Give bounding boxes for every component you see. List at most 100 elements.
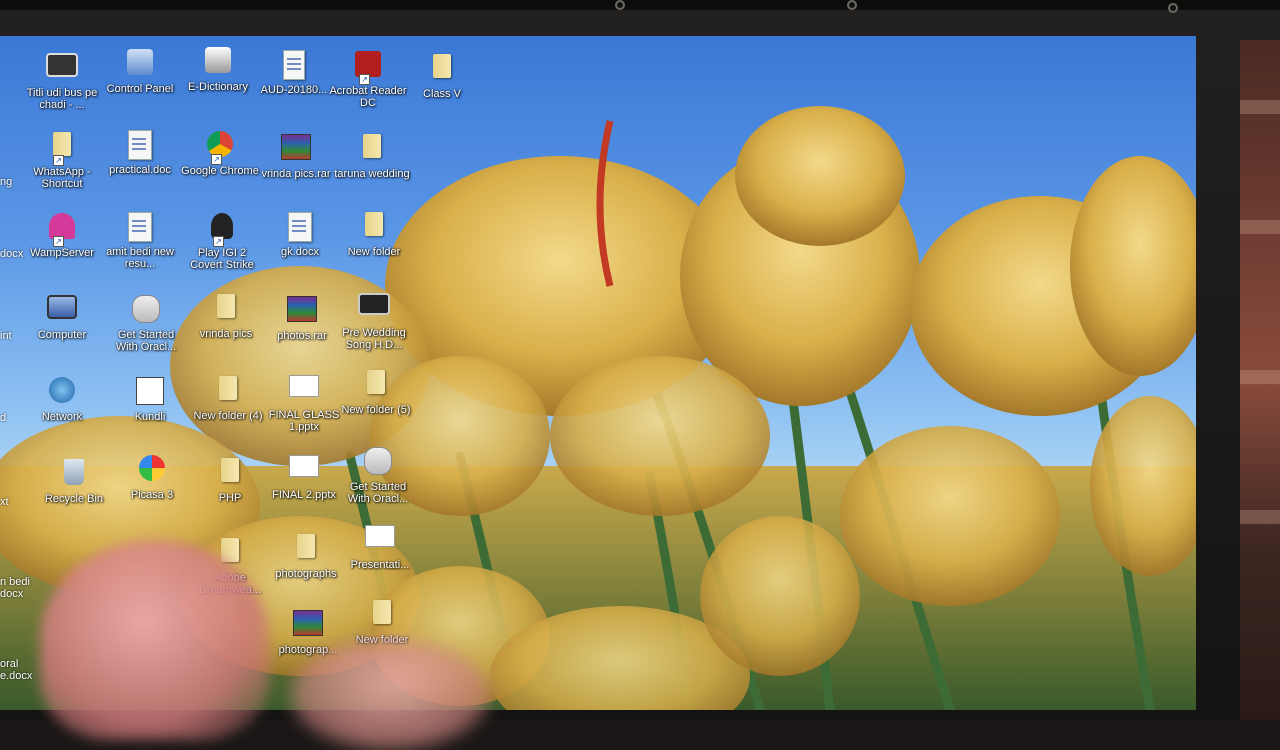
edge-label: n bedi docx — [0, 576, 30, 600]
control-panel-icon — [123, 49, 157, 81]
icon-label: photographs — [275, 568, 337, 580]
edge-label: ng — [0, 176, 13, 188]
oracle-database-icon — [129, 295, 163, 327]
desktop-icon-computer[interactable]: Computer — [22, 292, 102, 366]
icon-label: Titli udi bus pe chadi - ... — [26, 87, 98, 111]
icon-label: vrinda pics.rar — [261, 168, 331, 180]
icon-label: gk.docx — [281, 246, 319, 258]
desktop-icon-whatsapp[interactable]: ↗ WhatsApp - Shortcut — [22, 128, 102, 202]
icon-label: practical.doc — [109, 164, 171, 176]
icon-label: Get Started With Oracl... — [347, 481, 409, 505]
icon-label: amit bedi new resu... — [106, 246, 174, 270]
dictionary-icon — [201, 47, 235, 79]
desktop-icon-php[interactable]: PHP — [190, 454, 270, 528]
desktop-icon-oracle-1[interactable]: Get Started With Oracl... — [106, 292, 186, 366]
desktop-icon-photographs[interactable]: photographs — [266, 530, 346, 604]
desktop-icon-pre-wedding-song[interactable]: Pre Wedding Song H.D... — [334, 290, 414, 364]
icon-label: Google Chrome — [181, 165, 259, 177]
desktop-icon-amit-bedi-resume[interactable]: amit bedi new resu... — [100, 210, 180, 284]
blurred-finger — [290, 640, 490, 750]
desktop-icon-picasa[interactable]: Picasa 3 — [112, 452, 192, 526]
computer-icon — [45, 295, 79, 327]
powerpoint-file-icon — [287, 375, 321, 407]
desktop-icon-practical-doc[interactable]: practical.doc — [100, 128, 180, 202]
desktop-icon-oracle-2[interactable]: Get Started With Oracl... — [338, 444, 418, 518]
desktop-icon-google-chrome[interactable]: ↗ Google Chrome — [180, 128, 260, 202]
desktop-icon-recycle-bin[interactable]: Recycle Bin — [34, 456, 114, 530]
network-icon — [45, 377, 79, 409]
icon-label: Class V — [423, 88, 461, 100]
desktop-icon-control-panel[interactable]: Control Panel — [100, 46, 180, 120]
winrar-archive-icon — [279, 134, 313, 166]
wampserver-icon: ↗ — [45, 213, 79, 247]
bezel-screw-icon — [615, 0, 625, 10]
icon-label: Presentati... — [350, 559, 410, 571]
desktop-icon-titli-video[interactable]: Titli udi bus pe chadi - ... — [22, 50, 102, 124]
icon-label: vrinda pics — [199, 328, 253, 340]
icon-label: New folder (5) — [341, 404, 411, 416]
desktop-icon-kundli[interactable]: Kundli — [110, 374, 190, 448]
bezel-top-edge — [0, 0, 1280, 10]
blurred-finger — [40, 540, 270, 740]
powerpoint-file-icon — [363, 525, 397, 557]
icon-label: New folder — [347, 246, 401, 258]
icon-label: AUD-20180... — [260, 84, 328, 96]
desktop-icon-new-folder-4[interactable]: New folder (4) — [188, 372, 268, 446]
desktop-icon-taruna-wedding[interactable]: taruna wedding — [332, 130, 412, 204]
acrobat-reader-icon: ↗ — [351, 51, 385, 85]
desktop-icon-network[interactable]: Network — [22, 374, 102, 448]
chrome-icon: ↗ — [203, 131, 237, 165]
desktop-icon-photos-rar[interactable]: photos.rar — [262, 292, 342, 366]
desktop-icon-aud-2018[interactable]: AUD-20180... — [254, 48, 334, 122]
desktop-icon-presentation[interactable]: Presentati... — [340, 522, 420, 596]
video-file-icon — [357, 293, 391, 325]
desktop-icon-class-v[interactable]: Class V — [402, 50, 482, 124]
folder-icon — [213, 458, 247, 490]
folder-icon — [211, 376, 245, 408]
desktop-icon-vrinda-pics[interactable]: vrinda pics — [186, 290, 266, 364]
winrar-archive-icon — [285, 296, 319, 328]
edge-label: xt — [0, 496, 9, 508]
icon-label: Control Panel — [106, 83, 174, 95]
icon-label: taruna wedding — [334, 168, 410, 180]
desktop-icon-gk-docx[interactable]: gk.docx — [260, 210, 340, 284]
folder-icon — [355, 134, 389, 166]
desktop-icon-igi2[interactable]: ↗ Play IGI 2 Covert Strike — [182, 210, 262, 284]
kundli-chart-icon — [133, 377, 167, 409]
icon-label: FINAL 2.pptx — [272, 489, 336, 501]
edge-label: docx — [0, 248, 24, 260]
folder-icon — [289, 534, 323, 566]
edge-label: d — [0, 412, 7, 424]
folder-icon — [209, 294, 243, 326]
soldier-game-icon: ↗ — [205, 213, 239, 247]
icon-label: Pre Wedding Song H.D... — [342, 327, 406, 351]
icon-label: Picasa 3 — [130, 489, 174, 501]
desktop-icon-e-dictionary[interactable]: E-Dictionary — [178, 44, 258, 118]
desktop-icon-new-folder[interactable]: New folder — [334, 208, 414, 282]
powerpoint-file-icon — [287, 455, 321, 487]
icon-label: Recycle Bin — [44, 493, 104, 505]
desktop-icon-wampserver[interactable]: ↗ WampServer — [22, 210, 102, 284]
icon-label: Computer — [37, 329, 87, 341]
folder-icon — [357, 212, 391, 244]
background-fabric — [1240, 40, 1280, 720]
desktop-icon-new-folder-5[interactable]: New folder (5) — [336, 366, 416, 440]
desktop-icon-vrinda-pics-rar[interactable]: vrinda pics.rar — [256, 130, 336, 204]
desktop-icon-final-2-pptx[interactable]: FINAL 2.pptx — [264, 452, 344, 526]
document-icon — [123, 212, 157, 244]
audio-file-icon — [277, 50, 311, 82]
document-icon — [283, 212, 317, 244]
webcam-icon — [847, 0, 857, 10]
icon-label: Acrobat Reader DC — [329, 85, 407, 109]
icon-label: Get Started With Oracl... — [115, 329, 177, 353]
edge-label: int — [0, 330, 12, 342]
bezel-screw-icon — [1168, 3, 1178, 13]
icon-label: Play IGI 2 Covert Strike — [190, 247, 254, 271]
desktop-icon-final-glass-pptx[interactable]: FINAL GLASS 1.pptx — [264, 372, 344, 446]
icon-label: New folder (4) — [193, 410, 263, 422]
icon-label: E-Dictionary — [188, 81, 248, 93]
icon-label: Network — [41, 411, 83, 423]
icon-label: WhatsApp - Shortcut — [33, 166, 91, 190]
folder-icon — [359, 370, 393, 402]
desktop-icon-acrobat-reader[interactable]: ↗ Acrobat Reader DC — [328, 48, 408, 122]
